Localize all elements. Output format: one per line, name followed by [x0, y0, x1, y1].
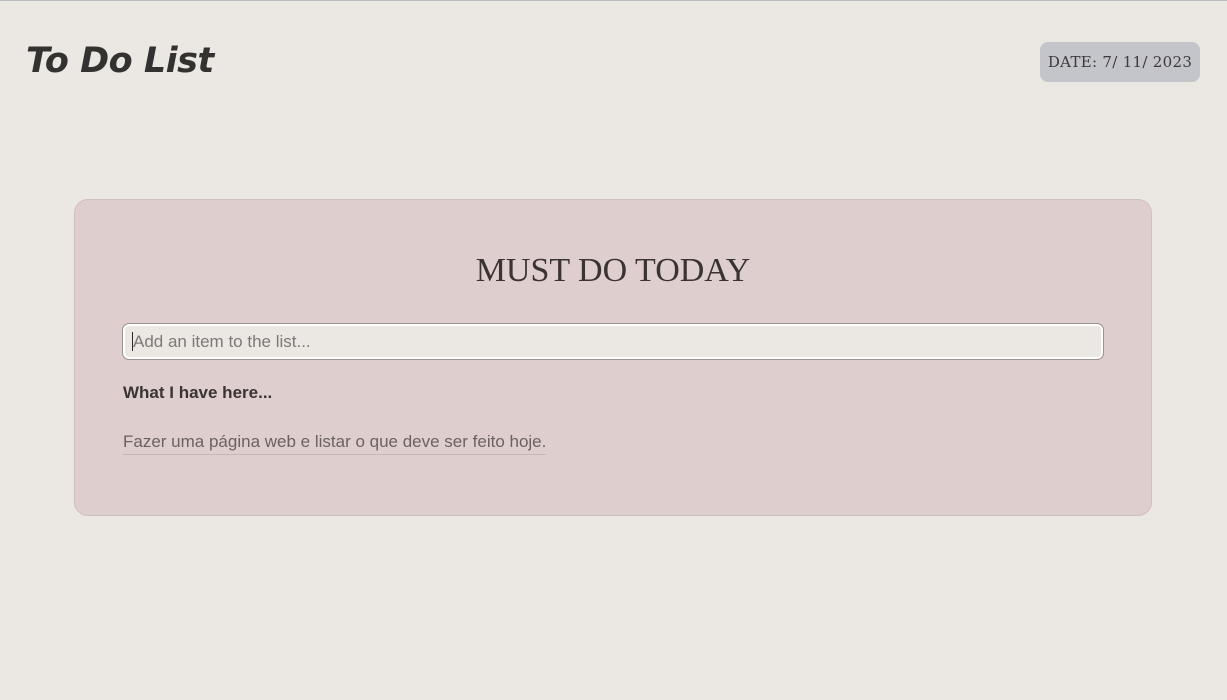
section-label: What I have here... [123, 383, 273, 402]
todo-card: MUST DO TODAY What I have here... Fazer … [74, 199, 1152, 516]
todo-item[interactable]: Fazer uma página web e listar o que deve… [123, 432, 547, 455]
card-title: MUST DO TODAY [475, 252, 751, 289]
text-cursor [132, 332, 133, 351]
todo-list: Fazer uma página web e listar o que deve… [123, 432, 547, 455]
date-badge: DATE: 7/ 11/ 2023 [1040, 42, 1200, 82]
add-item-input[interactable] [122, 323, 1104, 360]
app-title: To Do List [26, 41, 214, 81]
